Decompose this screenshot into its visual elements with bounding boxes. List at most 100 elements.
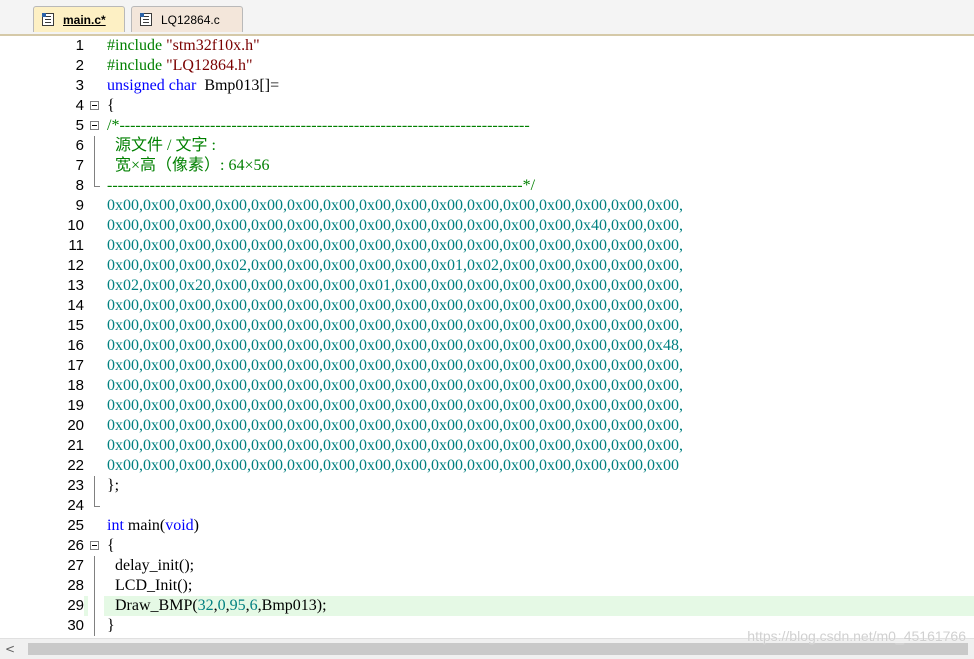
fold-gutter: [88, 236, 104, 256]
line-number: 16: [4, 336, 84, 356]
code-line[interactable]: 23};: [4, 476, 974, 496]
fold-line: [94, 596, 95, 616]
code-text: 0x00,0x00,0x00,0x00,0x00,0x00,0x00,0x00,…: [107, 336, 683, 356]
code-line[interactable]: 18 0x00,0x00,0x00,0x00,0x00,0x00,0x00,0x0…: [4, 376, 974, 396]
line-number: 3: [4, 76, 84, 96]
code-text: 0x00,0x00,0x00,0x00,0x00,0x00,0x00,0x00,…: [107, 196, 683, 216]
line-number: 21: [4, 436, 84, 456]
code-line[interactable]: 3 unsigned char Bmp013[]=: [4, 76, 974, 96]
scrollbar-thumb[interactable]: [28, 643, 968, 655]
line-number: 11: [4, 236, 84, 256]
code-line[interactable]: 10 0x00,0x00,0x00,0x00,0x00,0x00,0x00,0x0…: [4, 216, 974, 236]
code-line[interactable]: 6 源文件 / 文字 :: [4, 136, 974, 156]
code-token-cmt: /*--------------------------------------…: [107, 117, 530, 134]
line-number: 14: [4, 296, 84, 316]
code-line[interactable]: 9 0x00,0x00,0x00,0x00,0x00,0x00,0x00,0x00…: [4, 196, 974, 216]
code-line[interactable]: 4{: [4, 96, 974, 116]
line-number: 1: [4, 36, 84, 56]
code-token-cmt: 源文件 / 文字 :: [107, 137, 216, 154]
fold-gutter: [88, 156, 104, 176]
code-line[interactable]: 22 0x00,0x00,0x00,0x00,0x00,0x00,0x00,0x0…: [4, 456, 974, 476]
fold-gutter: [88, 316, 104, 336]
code-line[interactable]: 25 int main(void): [4, 516, 974, 536]
fold-line: [94, 616, 95, 636]
fold-gutter: [88, 136, 104, 156]
code-text: 0x00,0x00,0x00,0x00,0x00,0x00,0x00,0x00,…: [107, 296, 683, 316]
fold-gutter: [88, 416, 104, 436]
code-line[interactable]: 5 /*-------------------------------------…: [4, 116, 974, 136]
code-text: 源文件 / 文字 :: [107, 136, 216, 156]
code-token-hex: 0x00,0x00,0x00,0x00,0x00,0x00,0x00,0x00,…: [107, 357, 683, 374]
code-line[interactable]: 17 0x00,0x00,0x00,0x00,0x00,0x00,0x00,0x0…: [4, 356, 974, 376]
code-line[interactable]: 12 0x00,0x00,0x00,0x02,0x00,0x00,0x00,0x0…: [4, 256, 974, 276]
line-number: 10: [4, 216, 84, 236]
line-number: 6: [4, 136, 84, 156]
code-line[interactable]: 20 0x00,0x00,0x00,0x00,0x00,0x00,0x00,0x0…: [4, 416, 974, 436]
code-token-hex: 0x02,0x00,0x20,0x00,0x00,0x00,0x00,0x01,…: [107, 277, 683, 294]
code-token-hex: 0x00,0x00,0x00,0x00,0x00,0x00,0x00,0x00,…: [107, 397, 683, 414]
line-number: 7: [4, 156, 84, 176]
code-token-punc: ): [193, 517, 199, 534]
line-number: 17: [4, 356, 84, 376]
code-line[interactable]: 29 Draw_BMP(32,0,95,6,Bmp013);: [4, 596, 974, 616]
watermark-text: https://blog.csdn.net/m0_45161766: [747, 628, 966, 644]
code-line[interactable]: 21 0x00,0x00,0x00,0x00,0x00,0x00,0x00,0x0…: [4, 436, 974, 456]
code-text: 0x00,0x00,0x00,0x00,0x00,0x00,0x00,0x00,…: [107, 316, 683, 336]
tab-lq12864-c[interactable]: LQ12864.c: [131, 6, 243, 32]
fold-gutter: [88, 396, 104, 416]
fold-gutter: [88, 556, 104, 576]
code-line[interactable]: 2 #include "LQ12864.h": [4, 56, 974, 76]
code-line[interactable]: 8 ---------------------------------------…: [4, 176, 974, 196]
code-line[interactable]: 24: [4, 496, 974, 516]
code-text: 0x00,0x00,0x00,0x02,0x00,0x00,0x00,0x00,…: [107, 256, 683, 276]
code-line[interactable]: 28 LCD_Init();: [4, 576, 974, 596]
code-line[interactable]: 1 #include "stm32f10x.h": [4, 36, 974, 56]
fold-gutter: [88, 516, 104, 536]
code-line[interactable]: 16 0x00,0x00,0x00,0x00,0x00,0x00,0x00,0x0…: [4, 336, 974, 356]
fold-gutter: [88, 276, 104, 296]
code-token-hex: 0x00,0x00,0x00,0x00,0x00,0x00,0x00,0x00,…: [107, 457, 679, 474]
code-token-kw: unsigned: [107, 77, 165, 94]
fold-collapse-icon[interactable]: [90, 541, 99, 550]
code-token-cmt: 宽×高（像素）: 64×56: [107, 157, 270, 174]
code-token-hex: 0x00,0x00,0x00,0x02,0x00,0x00,0x00,0x00,…: [107, 257, 683, 274]
line-number: 8: [4, 176, 84, 196]
line-number: 18: [4, 376, 84, 396]
code-editor[interactable]: 1 #include "stm32f10x.h" 2 #include "LQ1286…: [0, 36, 974, 638]
code-line[interactable]: 7 宽×高（像素）: 64×56: [4, 156, 974, 176]
fold-gutter: [88, 476, 104, 496]
tab-main-c[interactable]: main.c*: [33, 6, 125, 32]
code-line[interactable]: 15 0x00,0x00,0x00,0x00,0x00,0x00,0x00,0x0…: [4, 316, 974, 336]
code-token-punc: Draw_BMP(: [107, 597, 198, 614]
fold-collapse-icon[interactable]: [90, 101, 99, 110]
code-text: {: [107, 96, 115, 116]
line-number: 30: [4, 616, 84, 636]
code-line[interactable]: 11 0x00,0x00,0x00,0x00,0x00,0x00,0x00,0x0…: [4, 236, 974, 256]
code-token-num: 95: [229, 597, 246, 614]
scroll-left-arrow-icon[interactable]: <: [0, 639, 20, 659]
code-line[interactable]: 14 0x00,0x00,0x00,0x00,0x00,0x00,0x00,0x0…: [4, 296, 974, 316]
line-number: 25: [4, 516, 84, 536]
code-text: };: [107, 476, 119, 496]
line-number: 27: [4, 556, 84, 576]
code-line[interactable]: 27 delay_init();: [4, 556, 974, 576]
fold-gutter: [88, 356, 104, 376]
fold-gutter: [88, 176, 104, 196]
line-number: 23: [4, 476, 84, 496]
line-number: 28: [4, 576, 84, 596]
code-token-hex: 0x00,0x00,0x00,0x00,0x00,0x00,0x00,0x00,…: [107, 237, 683, 254]
fold-gutter: [88, 96, 104, 116]
code-line[interactable]: 13 0x02,0x00,0x20,0x00,0x00,0x00,0x00,0x0…: [4, 276, 974, 296]
code-text: 0x02,0x00,0x20,0x00,0x00,0x00,0x00,0x01,…: [107, 276, 683, 296]
code-line[interactable]: 26 {: [4, 536, 974, 556]
code-line[interactable]: 19 0x00,0x00,0x00,0x00,0x00,0x00,0x00,0x0…: [4, 396, 974, 416]
code-token-num: 0: [217, 597, 226, 614]
fold-gutter: [88, 436, 104, 456]
code-token-pp: #include: [107, 37, 167, 54]
line-number: 20: [4, 416, 84, 436]
fold-collapse-icon[interactable]: [90, 121, 99, 130]
c-file-icon: [140, 13, 152, 26]
code-text: Draw_BMP(32,0,95,6,Bmp013);: [107, 596, 327, 616]
c-file-icon: [42, 13, 54, 26]
code-token-punc: main(: [123, 517, 166, 534]
